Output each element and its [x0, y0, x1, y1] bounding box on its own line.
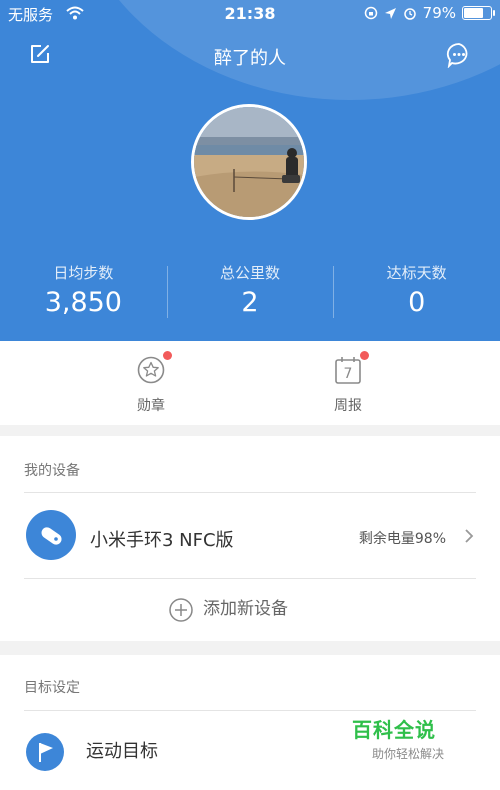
section-title: 我的设备 — [24, 463, 80, 479]
stat-total-km: 总公里数 2 — [166, 262, 334, 318]
goal-name: 运动目标 — [86, 741, 158, 762]
plus-circle-icon — [169, 598, 193, 626]
notification-dot — [163, 351, 172, 360]
section-title: 目标设定 — [24, 680, 80, 696]
page-title: 醉了的人 — [214, 48, 286, 69]
battery-icon — [462, 6, 495, 20]
chevron-right-icon — [464, 528, 474, 548]
devices-card: 我的设备 小米手环3 NFC版 剩余电量98% 添加新设备 — [0, 436, 500, 641]
stat-label: 总公里数 — [220, 264, 281, 282]
divider — [24, 578, 476, 579]
stats-row: 日均步数 3,850 总公里数 2 达标天数 0 — [0, 262, 500, 318]
location-icon — [384, 7, 396, 19]
stat-value: 2 — [241, 287, 259, 318]
band-icon — [26, 510, 76, 564]
watermark: 百科全说 助你轻松解决 — [352, 714, 492, 762]
quick-actions: 勋章 7 周报 — [0, 341, 500, 425]
top-bar: 醉了的人 — [0, 40, 500, 72]
medal-label: 勋章 — [137, 398, 165, 414]
stat-label: 达标天数 — [386, 264, 447, 282]
medal-star-icon — [137, 356, 165, 384]
add-device-label: 添加新设备 — [203, 599, 288, 619]
stat-value: 0 — [408, 287, 426, 318]
message-icon[interactable] — [446, 42, 472, 69]
device-name: 小米手环3 NFC版 — [90, 530, 234, 551]
add-device-button[interactable]: 添加新设备 — [0, 580, 500, 638]
weekly-report-label: 周报 — [334, 398, 362, 414]
device-battery: 剩余电量98% — [358, 531, 446, 547]
stat-daily-steps: 日均步数 3,850 — [0, 262, 167, 318]
divider — [24, 492, 476, 493]
flag-icon — [26, 733, 64, 775]
profile-header: 无服务 21:38 79% 醉了的人 日均步数 3,850 总公里数 2 达标天… — [0, 0, 500, 341]
watermark-subtitle: 助你轻松解决 — [372, 747, 445, 761]
calendar-icon: 7 — [335, 357, 361, 384]
medal-button[interactable]: 勋章 — [111, 351, 191, 415]
calendar-day-text: 7 — [344, 366, 353, 382]
avatar[interactable] — [191, 104, 307, 220]
stat-value: 3,850 — [44, 287, 122, 318]
status-right: 79% — [364, 4, 495, 22]
device-row[interactable]: 小米手环3 NFC版 剩余电量98% — [0, 500, 500, 578]
weekly-report-button[interactable]: 7 周报 — [308, 351, 388, 415]
notification-dot — [360, 351, 369, 360]
battery-percent: 79% — [422, 4, 456, 22]
stat-label: 日均步数 — [53, 264, 114, 282]
rotation-lock-icon — [364, 6, 377, 20]
alarm-icon — [403, 8, 416, 20]
watermark-title: 百科全说 — [352, 718, 436, 742]
stat-goal-days: 达标天数 0 — [333, 262, 500, 318]
status-bar: 无服务 21:38 79% — [0, 0, 500, 28]
